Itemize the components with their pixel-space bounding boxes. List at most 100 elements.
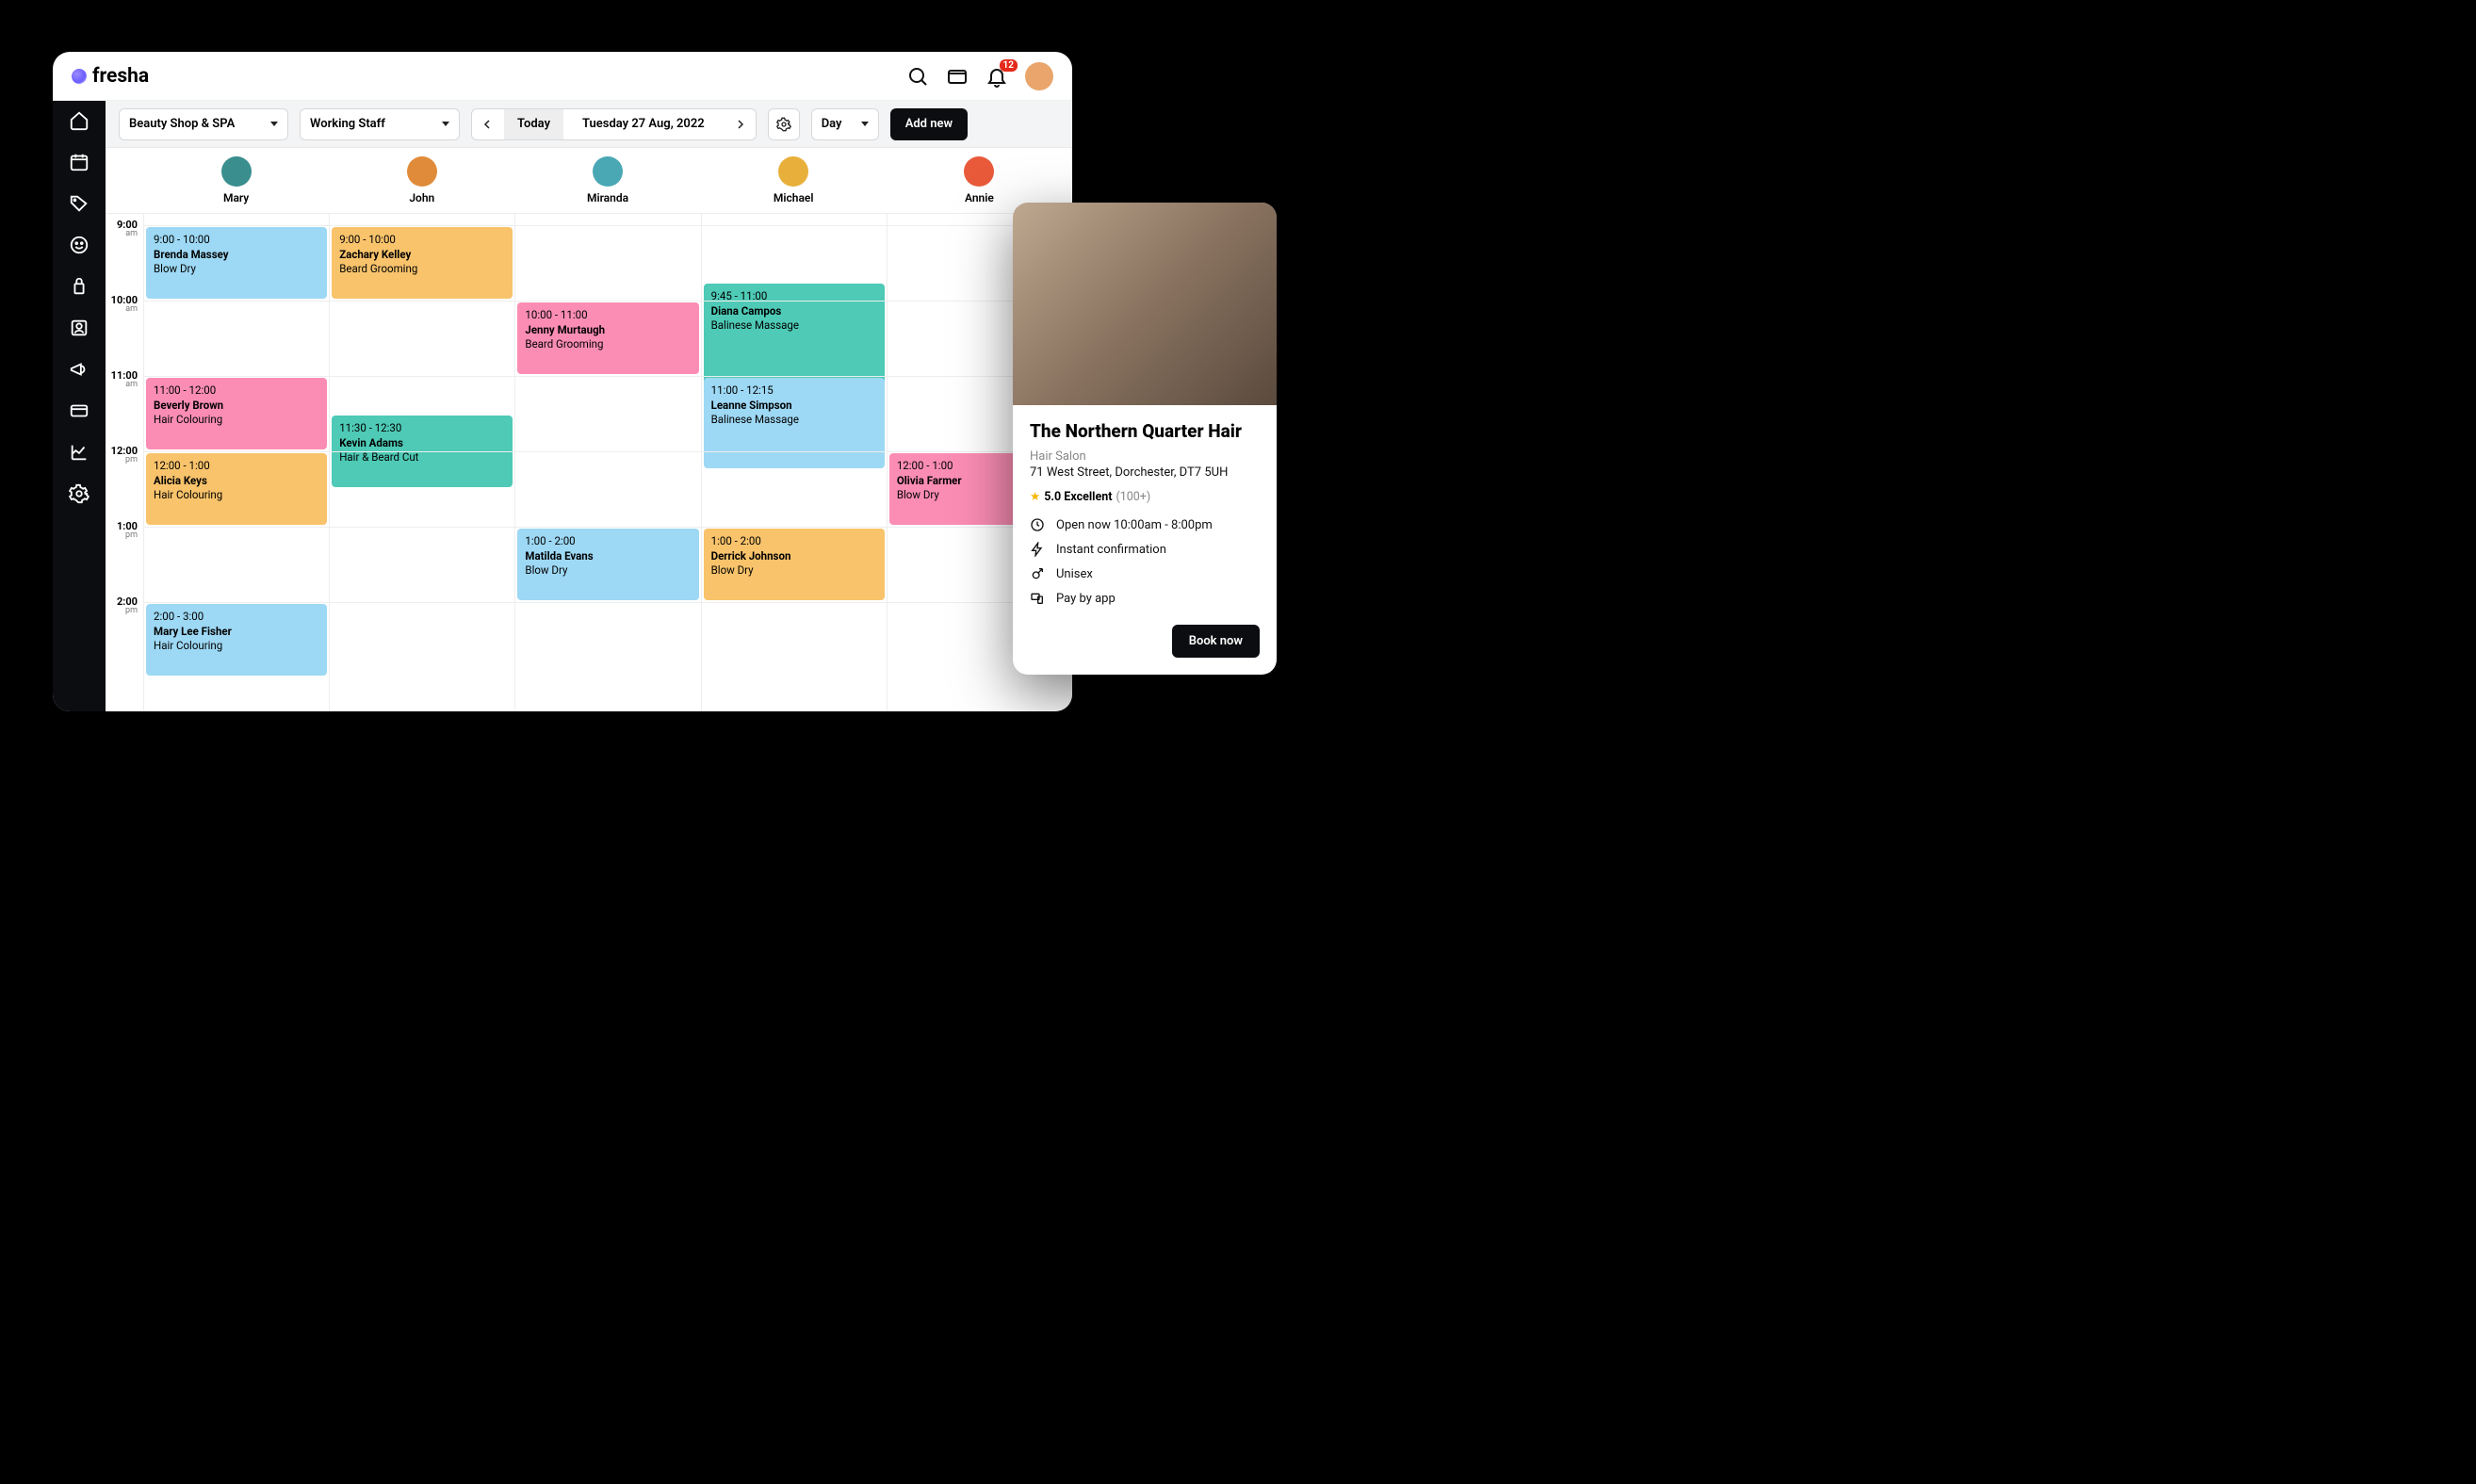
appointment-time: 10:00 - 11:00 bbox=[525, 308, 691, 323]
grid-line bbox=[143, 301, 1072, 302]
megaphone-icon[interactable] bbox=[69, 359, 90, 380]
appointment-client: Mary Lee Fisher bbox=[154, 625, 319, 640]
next-day-button[interactable] bbox=[724, 120, 756, 129]
bell-icon[interactable]: 12 bbox=[986, 65, 1008, 88]
appointment[interactable]: 2:00 - 3:00Mary Lee FisherHair Colouring bbox=[146, 604, 327, 676]
hour-label: 11:00am bbox=[106, 370, 143, 389]
staff-column: 9:00 - 10:00Zachary KelleyBeard Grooming… bbox=[329, 214, 514, 711]
staff-column: 9:00 - 10:00Brenda MasseyBlow Dry 11:00 -… bbox=[143, 214, 329, 711]
date-nav: Today Tuesday 27 Aug, 2022 bbox=[471, 108, 757, 140]
staff-header[interactable]: Miranda bbox=[514, 148, 700, 213]
staff-name: Miranda bbox=[587, 191, 628, 204]
main-panel: Beauty Shop & SPA Working Staff Today Tu… bbox=[106, 101, 1072, 711]
wallet-icon[interactable] bbox=[946, 65, 969, 88]
prev-day-button[interactable] bbox=[472, 120, 504, 129]
info-hours: Open now 10:00am - 8:00pm bbox=[1030, 517, 1260, 532]
staff-column: 10:00 - 11:00Jenny MurtaughBeard Groomin… bbox=[514, 214, 700, 711]
logo: fresha bbox=[72, 65, 149, 88]
grid-line bbox=[143, 602, 1072, 603]
appointment[interactable]: 9:00 - 10:00Brenda MasseyBlow Dry bbox=[146, 227, 327, 299]
book-now-button[interactable]: Book now bbox=[1172, 625, 1260, 658]
appointment-time: 2:00 - 3:00 bbox=[154, 610, 319, 625]
staff-header[interactable]: Mary bbox=[143, 148, 329, 213]
today-button[interactable]: Today bbox=[504, 109, 563, 139]
chevron-down-icon bbox=[442, 122, 449, 126]
brand-name: fresha bbox=[92, 65, 149, 88]
appointment-service: Hair Colouring bbox=[154, 488, 319, 503]
hour-label: 2:00pm bbox=[106, 596, 143, 615]
appointment-time: 1:00 - 2:00 bbox=[711, 534, 877, 549]
staff-name: John bbox=[409, 191, 434, 204]
listing-address: 71 West Street, Dorchester, DT7 5UH bbox=[1030, 465, 1260, 480]
appointment-client: Leanne Simpson bbox=[711, 399, 877, 414]
product-icon[interactable] bbox=[69, 276, 90, 297]
info-confirmation: Instant confirmation bbox=[1030, 542, 1260, 557]
staff-avatar bbox=[964, 156, 994, 187]
clock-icon bbox=[1030, 517, 1045, 532]
gender-icon bbox=[1030, 566, 1045, 581]
appointment-service: Balinese Massage bbox=[711, 318, 877, 334]
smile-icon[interactable] bbox=[69, 235, 90, 255]
appointment-service: Blow Dry bbox=[711, 563, 877, 579]
appointment[interactable]: 11:00 - 12:00Beverly BrownHair Colouring bbox=[146, 378, 327, 449]
hour-label: 12:00pm bbox=[106, 446, 143, 465]
calendar-icon[interactable] bbox=[69, 152, 90, 172]
appointment[interactable]: 9:00 - 10:00Zachary KelleyBeard Grooming bbox=[332, 227, 513, 299]
appointment[interactable]: 1:00 - 2:00Derrick JohnsonBlow Dry bbox=[704, 529, 885, 600]
rating-value: 5.0 Excellent bbox=[1044, 490, 1112, 504]
appointment-client: Beverly Brown bbox=[154, 399, 319, 414]
appointment-client: Zachary Kelley bbox=[339, 248, 505, 263]
chevron-down-icon bbox=[270, 122, 278, 126]
appointment-client: Derrick Johnson bbox=[711, 549, 877, 564]
notification-badge: 12 bbox=[1000, 59, 1018, 72]
grid-line bbox=[143, 376, 1072, 377]
appointment-time: 9:45 - 11:00 bbox=[711, 289, 877, 304]
staff-header[interactable]: John bbox=[329, 148, 514, 213]
appointment-service: Hair Colouring bbox=[154, 413, 319, 428]
bolt-icon bbox=[1030, 542, 1045, 557]
appointment-time: 12:00 - 1:00 bbox=[154, 459, 319, 474]
listing-card: The Northern Quarter Hair Hair Salon 71 … bbox=[1013, 203, 1277, 675]
info-payment: Pay by app bbox=[1030, 591, 1260, 606]
staff-select[interactable]: Working Staff bbox=[300, 108, 460, 140]
current-date: Tuesday 27 Aug, 2022 bbox=[563, 117, 724, 131]
tag-icon[interactable] bbox=[69, 193, 90, 214]
staff-name: Michael bbox=[774, 191, 814, 204]
appointment[interactable]: 10:00 - 11:00Jenny MurtaughBeard Groomin… bbox=[517, 302, 698, 374]
appointment-service: Hair Colouring bbox=[154, 639, 319, 654]
appointment-service: Blow Dry bbox=[154, 262, 319, 277]
appointment-client: Matilda Evans bbox=[525, 549, 691, 564]
appointment-service: Beard Grooming bbox=[525, 337, 691, 352]
appointment[interactable]: 11:00 - 12:15Leanne SimpsonBalinese Mass… bbox=[704, 378, 885, 468]
user-avatar[interactable] bbox=[1025, 62, 1053, 90]
card-icon[interactable] bbox=[69, 400, 90, 421]
location-label: Beauty Shop & SPA bbox=[129, 117, 235, 131]
staff-header[interactable]: Michael bbox=[701, 148, 887, 213]
appointment-service: Beard Grooming bbox=[339, 262, 505, 277]
appointment-time: 9:00 - 10:00 bbox=[154, 233, 319, 248]
appointment-service: Blow Dry bbox=[525, 563, 691, 579]
appointment[interactable]: 12:00 - 1:00Alicia KeysHair Colouring bbox=[146, 453, 327, 525]
settings-icon[interactable] bbox=[69, 483, 90, 504]
hour-label: 9:00am bbox=[106, 220, 143, 238]
info-unisex: Unisex bbox=[1030, 566, 1260, 581]
location-select[interactable]: Beauty Shop & SPA bbox=[119, 108, 288, 140]
appointment[interactable]: 1:00 - 2:00Matilda EvansBlow Dry bbox=[517, 529, 698, 600]
view-select[interactable]: Day bbox=[811, 108, 879, 140]
appointment-client: Jenny Murtaugh bbox=[525, 323, 691, 338]
contact-icon[interactable] bbox=[69, 318, 90, 338]
appointment-client: Kevin Adams bbox=[339, 436, 505, 451]
staff-name: Annie bbox=[965, 191, 994, 204]
home-icon[interactable] bbox=[69, 110, 90, 131]
chart-icon[interactable] bbox=[69, 442, 90, 463]
view-label: Day bbox=[822, 117, 842, 131]
appointment-time: 11:00 - 12:00 bbox=[154, 383, 319, 399]
calendar-grid: 9:00am10:00am11:00am12:00pm1:00pm2:00pm … bbox=[106, 214, 1072, 711]
grid-line bbox=[143, 451, 1072, 452]
appointment-time: 1:00 - 2:00 bbox=[525, 534, 691, 549]
add-new-button[interactable]: Add new bbox=[890, 108, 968, 140]
staff-avatar bbox=[778, 156, 808, 187]
search-icon[interactable] bbox=[906, 65, 929, 88]
sidebar bbox=[53, 101, 106, 711]
calendar-settings-button[interactable] bbox=[768, 108, 800, 140]
